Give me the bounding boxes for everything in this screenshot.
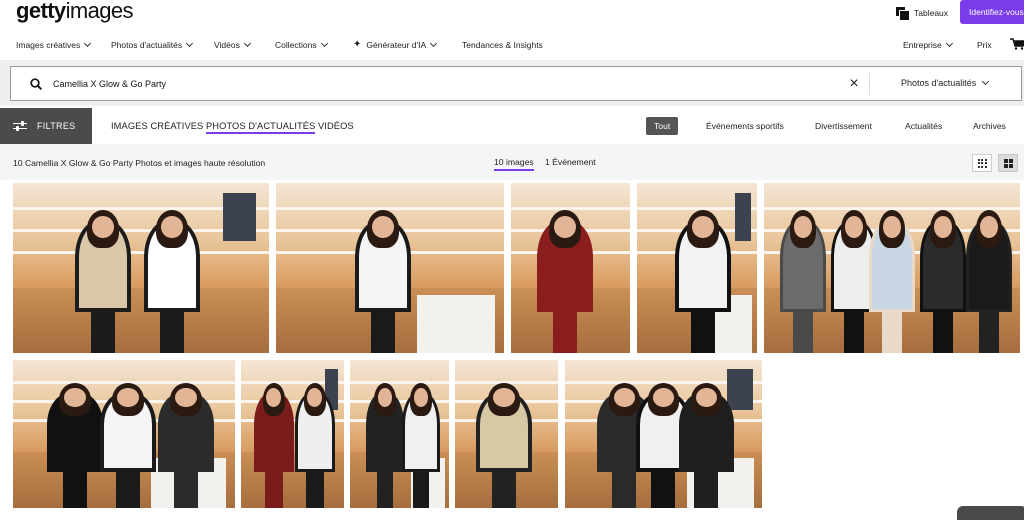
sign-in-button[interactable]: Identifiez-vous: [960, 0, 1024, 24]
chevron-down-icon: [945, 39, 953, 48]
search-type-select[interactable]: Photos d'actualités: [901, 77, 990, 88]
search-type-label: Photos d'actualités: [901, 78, 977, 88]
grid-large-icon: [1003, 158, 1013, 168]
filters-label: FILTRES: [37, 121, 76, 131]
tab-videos[interactable]: VIDÉOS: [318, 121, 354, 131]
view-large-grid-button[interactable]: [998, 154, 1018, 172]
boards-icon: [896, 7, 910, 21]
search-bar: × Photos d'actualités: [10, 66, 1022, 101]
filters-button[interactable]: FILTRES: [0, 108, 92, 144]
results-summary: 10 Camellia X Glow & Go Party Photos et …: [13, 158, 266, 168]
image-tile[interactable]: [764, 183, 1020, 353]
nav-label: Prix: [977, 40, 992, 50]
search-divider: [869, 73, 870, 95]
image-tile[interactable]: [350, 360, 449, 508]
image-tile[interactable]: [276, 183, 504, 353]
nav-enterprise[interactable]: Entreprise: [903, 39, 953, 50]
boards-label: Tableaux: [914, 8, 949, 18]
search-input[interactable]: [53, 76, 833, 92]
image-tile[interactable]: [637, 183, 757, 353]
nav-label: Collections: [275, 40, 317, 50]
filter-row: IMAGES CRÉATIVES PHOTOS D'ACTUALITÉS VID…: [92, 108, 1024, 144]
image-tile[interactable]: [13, 183, 269, 353]
nav-trends-insights[interactable]: Tendances & Insights: [462, 40, 543, 50]
chevron-down-icon: [186, 39, 194, 48]
tab-images-count[interactable]: 10 images: [494, 157, 534, 171]
search-icon[interactable]: [30, 78, 42, 90]
image-tile[interactable]: [455, 360, 558, 508]
boards-link[interactable]: Tableaux: [896, 5, 948, 21]
nav-label: Photos d'actualités: [111, 40, 183, 50]
search-area: × Photos d'actualités: [0, 60, 1024, 106]
sliders-icon: [13, 121, 27, 131]
nav-label: Entreprise: [903, 40, 942, 50]
category-all[interactable]: Tout: [646, 117, 679, 135]
sparkle-icon: ✦: [353, 39, 362, 50]
chevron-down-icon: [84, 39, 92, 48]
nav-collections[interactable]: Collections: [275, 39, 328, 50]
category-news[interactable]: Actualités: [905, 121, 942, 131]
nav-label: Images créatives: [16, 40, 81, 50]
nav-label: Générateur d'IA: [366, 40, 427, 50]
chevron-down-icon: [430, 39, 438, 48]
tab-editorial-photos[interactable]: PHOTOS D'ACTUALITÉS: [206, 121, 316, 134]
nav-creative-images[interactable]: Images créatives: [16, 39, 92, 50]
tab-events-count[interactable]: 1 Événement: [545, 157, 596, 167]
chevron-down-icon: [982, 77, 990, 86]
close-icon[interactable]: ×: [847, 76, 861, 92]
grid-small-icon: [977, 158, 987, 168]
chevron-down-icon: [320, 39, 328, 48]
view-small-grid-button[interactable]: [972, 154, 992, 172]
category-archives[interactable]: Archives: [973, 121, 1006, 131]
nav-ai-generator[interactable]: ✦ Générateur d'IA: [353, 39, 438, 50]
nav-label: Tendances & Insights: [462, 40, 543, 50]
main-nav: Images créatives Photos d'actualités Vid…: [0, 36, 1024, 54]
tab-creative-images[interactable]: IMAGES CRÉATIVES: [111, 121, 203, 131]
logo-text-regular: images: [65, 0, 134, 23]
nav-editorial-photos[interactable]: Photos d'actualités: [111, 39, 194, 50]
chevron-down-icon: [243, 39, 251, 48]
image-tile[interactable]: [241, 360, 344, 508]
image-tile[interactable]: [13, 360, 235, 508]
image-tile[interactable]: [511, 183, 630, 353]
getty-images-logo[interactable]: gettyimages: [16, 0, 133, 24]
logo-text-bold: getty: [16, 0, 66, 23]
category-entertainment[interactable]: Divertissement: [815, 121, 872, 131]
nav-label: Vidéos: [214, 40, 240, 50]
category-sports-events[interactable]: Événements sportifs: [706, 121, 784, 131]
cart-icon[interactable]: [1010, 38, 1024, 50]
nav-videos[interactable]: Vidéos: [214, 39, 251, 50]
top-bar: gettyimages Tableaux Identifiez-vous: [0, 0, 1024, 28]
image-tile[interactable]: [565, 360, 762, 508]
nav-pricing[interactable]: Prix: [977, 40, 992, 50]
